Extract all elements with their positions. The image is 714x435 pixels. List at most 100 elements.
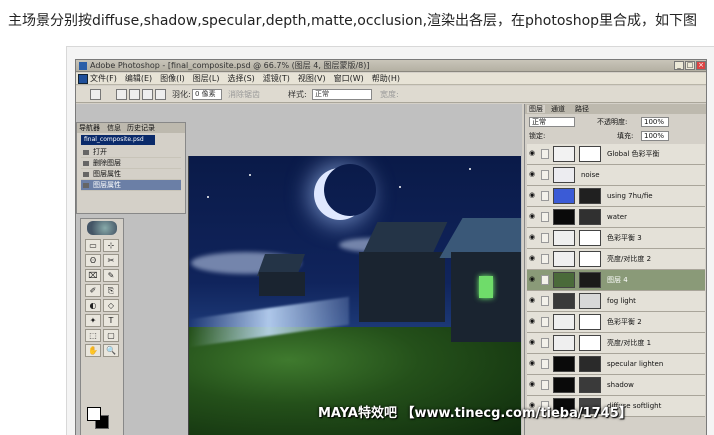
layer-row[interactable]: ◉ fog light: [527, 291, 705, 312]
layer-row[interactable]: ◉ specular lighten: [527, 354, 705, 375]
tab-info[interactable]: 信息: [107, 124, 121, 132]
history-item[interactable]: 打开: [81, 147, 181, 158]
visibility-eye-icon[interactable]: ◉: [529, 276, 538, 283]
close-button[interactable]: ×: [696, 61, 706, 70]
layer-row[interactable]: ◉ 色彩平衡 2: [527, 312, 705, 333]
layer-link-icon[interactable]: [541, 170, 549, 180]
antialias-checkbox[interactable]: 消除锯齿: [228, 89, 260, 100]
layer-row[interactable]: ◉ 亮度/对比度 1: [527, 333, 705, 354]
intersect-selection-icon[interactable]: [155, 89, 166, 100]
tool-button-icon[interactable]: 🔍: [103, 344, 119, 357]
layer-mask-thumbnail[interactable]: [579, 209, 601, 225]
tool-button-icon[interactable]: ✋: [85, 344, 101, 357]
visibility-eye-icon[interactable]: ◉: [529, 192, 538, 199]
layer-mask-thumbnail[interactable]: [579, 314, 601, 330]
minimize-button[interactable]: _: [674, 61, 684, 70]
tool-button-icon[interactable]: ✂: [103, 254, 119, 267]
ps-menu-icon[interactable]: [78, 74, 88, 84]
tab-layers[interactable]: 图层: [527, 105, 545, 113]
layer-row[interactable]: ◉ 亮度/对比度 2: [527, 249, 705, 270]
foreground-color-swatch[interactable]: [87, 407, 101, 421]
tab-history[interactable]: 历史记录: [127, 124, 155, 132]
tool-button-icon[interactable]: ▭: [85, 239, 101, 252]
tool-button-icon[interactable]: ⌧: [85, 269, 101, 282]
visibility-eye-icon[interactable]: ◉: [529, 234, 538, 241]
layer-link-icon[interactable]: [541, 359, 549, 369]
layer-mask-thumbnail[interactable]: [579, 377, 601, 393]
visibility-eye-icon[interactable]: ◉: [529, 171, 538, 178]
document-canvas[interactable]: [188, 156, 521, 435]
layer-link-icon[interactable]: [541, 317, 549, 327]
visibility-eye-icon[interactable]: ◉: [529, 381, 538, 388]
visibility-eye-icon[interactable]: ◉: [529, 318, 538, 325]
layer-row[interactable]: ◉ using 7hu/fie: [527, 186, 705, 207]
tool-button-icon[interactable]: ⊹: [103, 239, 119, 252]
history-item-selected[interactable]: 图层属性: [81, 180, 181, 191]
menu-view[interactable]: 视图(V): [298, 73, 326, 85]
menu-window[interactable]: 窗口(W): [334, 73, 364, 85]
layer-link-icon[interactable]: [541, 212, 549, 222]
layer-mask-thumbnail[interactable]: [579, 230, 601, 246]
tool-button-icon[interactable]: ⎘: [103, 284, 119, 297]
layer-mask-thumbnail[interactable]: [579, 251, 601, 267]
history-snapshot[interactable]: final_composite.psd: [81, 135, 155, 145]
style-select[interactable]: 正常: [312, 89, 372, 100]
menu-help[interactable]: 帮助(H): [372, 73, 400, 85]
tool-button-icon[interactable]: ✐: [85, 284, 101, 297]
layer-mask-thumbnail[interactable]: [579, 293, 601, 309]
add-selection-icon[interactable]: [129, 89, 140, 100]
menu-select[interactable]: 选择(S): [227, 73, 254, 85]
layer-link-icon[interactable]: [541, 233, 549, 243]
tab-channels[interactable]: 通道: [551, 105, 565, 113]
layer-row[interactable]: ◉ water: [527, 207, 705, 228]
layer-mask-thumbnail[interactable]: [579, 146, 601, 162]
layer-link-icon[interactable]: [541, 149, 549, 159]
menu-image[interactable]: 图像(I): [160, 73, 185, 85]
layer-link-icon[interactable]: [541, 296, 549, 306]
blend-mode-select[interactable]: 正常: [529, 117, 575, 127]
fill-input[interactable]: 100%: [641, 131, 669, 141]
layer-link-icon[interactable]: [541, 191, 549, 201]
tab-navigator[interactable]: 导航器: [79, 124, 100, 132]
tool-button-icon[interactable]: ◐: [85, 299, 101, 312]
history-item[interactable]: 图层属性: [81, 169, 181, 180]
layer-row[interactable]: ◉ Global 色彩平衡: [527, 144, 705, 165]
tool-button-icon[interactable]: T: [103, 314, 119, 327]
tool-button-icon[interactable]: ⬚: [85, 329, 101, 342]
layer-mask-thumbnail[interactable]: [579, 356, 601, 372]
layer-row[interactable]: ◉ shadow: [527, 375, 705, 396]
marquee-tool-icon[interactable]: [90, 89, 101, 100]
tool-button-icon[interactable]: ✦: [85, 314, 101, 327]
history-item[interactable]: 删除图层: [81, 158, 181, 169]
tool-button-icon[interactable]: ▢: [103, 329, 119, 342]
layer-row[interactable]: ◉ noise: [527, 165, 705, 186]
menu-edit[interactable]: 编辑(E): [125, 73, 152, 85]
subtract-selection-icon[interactable]: [142, 89, 153, 100]
layer-link-icon[interactable]: [541, 338, 549, 348]
visibility-eye-icon[interactable]: ◉: [529, 213, 538, 220]
layer-link-icon[interactable]: [541, 275, 549, 285]
visibility-eye-icon[interactable]: ◉: [529, 150, 538, 157]
visibility-eye-icon[interactable]: ◉: [529, 360, 538, 367]
maximize-button[interactable]: □: [685, 61, 695, 70]
visibility-eye-icon[interactable]: ◉: [529, 297, 538, 304]
tool-button-icon[interactable]: ✎: [103, 269, 119, 282]
layer-link-icon[interactable]: [541, 254, 549, 264]
layer-mask-thumbnail[interactable]: [579, 335, 601, 351]
feather-input[interactable]: 0 像素: [192, 89, 222, 100]
opacity-input[interactable]: 100%: [641, 117, 669, 127]
layer-link-icon[interactable]: [541, 380, 549, 390]
layer-row-selected[interactable]: ◉ 图层 4: [527, 270, 705, 291]
visibility-eye-icon[interactable]: ◉: [529, 339, 538, 346]
visibility-eye-icon[interactable]: ◉: [529, 255, 538, 262]
menu-file[interactable]: 文件(F): [90, 73, 117, 85]
layer-mask-thumbnail[interactable]: [579, 272, 601, 288]
new-selection-icon[interactable]: [116, 89, 127, 100]
layer-mask-thumbnail[interactable]: [579, 188, 601, 204]
menu-filter[interactable]: 滤镜(T): [263, 73, 290, 85]
tool-button-icon[interactable]: ◇: [103, 299, 119, 312]
tool-button-icon[interactable]: ʘ: [85, 254, 101, 267]
tab-paths[interactable]: 路径: [575, 105, 589, 113]
layer-row[interactable]: ◉ 色彩平衡 3: [527, 228, 705, 249]
menu-layer[interactable]: 图层(L): [193, 73, 220, 85]
